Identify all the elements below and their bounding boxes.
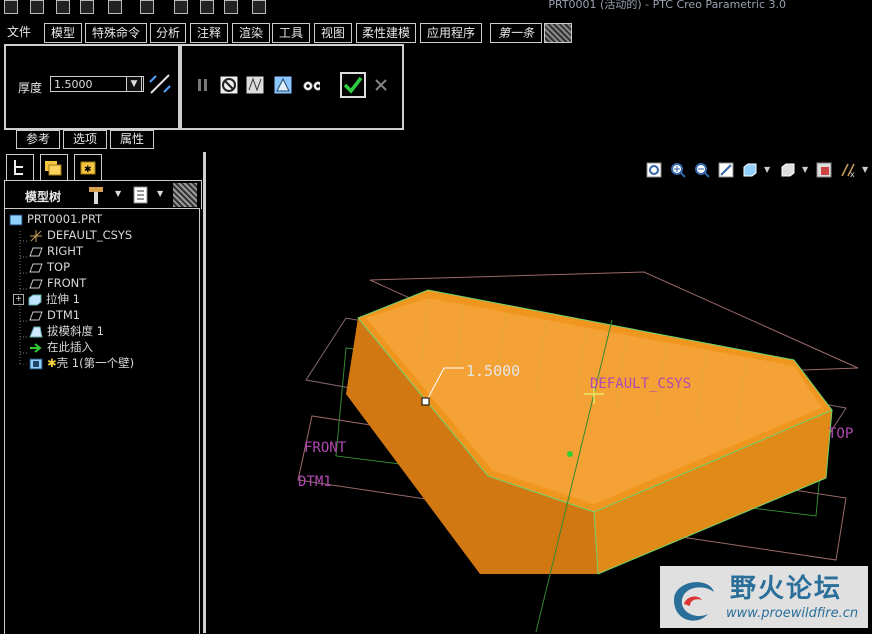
show-columns-dropdown-icon[interactable]: ▼ — [157, 189, 163, 198]
watermark-title: 野火论坛 — [730, 574, 843, 604]
new-feature-star-icon: ✱ — [47, 356, 57, 370]
menu-analysis[interactable]: 分析 — [150, 23, 186, 43]
no-preview-icon[interactable] — [220, 76, 238, 94]
open-file-icon[interactable] — [30, 0, 44, 14]
insert-arrow-icon — [30, 342, 42, 353]
refit-icon[interactable] — [646, 162, 662, 178]
menu-special-commands[interactable]: 特殊命令 — [85, 23, 147, 43]
forum-logo-icon — [674, 582, 714, 621]
tree-connector-lines — [19, 231, 29, 365]
csys-label: DEFAULT_CSYS — [590, 376, 691, 392]
watermark: 野火论坛 www.proewildfire.cn — [660, 566, 868, 628]
datum-display-icon[interactable]: x — [840, 162, 856, 178]
tree-item-shell[interactable]: ✱壳 1(第一个壁) — [29, 355, 134, 371]
flip-direction-icon[interactable] — [148, 72, 172, 96]
tab-model-tree[interactable] — [6, 154, 34, 181]
tab-references[interactable]: 参考 — [16, 130, 60, 149]
watermark-url: www.proewildfire.cn — [726, 606, 859, 621]
tree-item-part[interactable]: PRT0001.PRT — [9, 211, 102, 227]
menu-model[interactable]: 模型 — [44, 23, 82, 43]
favorites-icon: ✱ — [80, 161, 96, 175]
tab-folder-browser[interactable] — [40, 154, 68, 181]
datum-display-dropdown-icon[interactable]: ▼ — [862, 165, 868, 174]
shell-icon — [29, 358, 43, 369]
thickness-panel: 厚度 1.5000 ▼ — [4, 44, 180, 130]
ok-checkmark-icon[interactable] — [340, 72, 366, 98]
tree-item-right[interactable]: RIGHT — [29, 243, 83, 259]
zoom-in-icon[interactable] — [670, 162, 686, 178]
tree-item-dtm1[interactable]: DTM1 — [29, 307, 80, 323]
close-window-icon[interactable] — [224, 0, 238, 14]
new-file-icon[interactable] — [4, 0, 18, 14]
part-icon — [9, 214, 23, 225]
saved-orientations-dropdown-icon[interactable]: ▼ — [802, 165, 808, 174]
regenerate-icon[interactable] — [174, 0, 188, 14]
cancel-x-icon[interactable] — [374, 78, 392, 96]
zoom-out-icon[interactable] — [694, 162, 710, 178]
tree-item-front[interactable]: FRONT — [29, 275, 86, 291]
thickness-label: 厚度 — [18, 81, 43, 95]
thickness-drag-handle[interactable] — [421, 397, 430, 406]
tree-settings-dropdown-icon[interactable]: ▼ — [115, 189, 121, 198]
menu-bar: 文件 模型 特殊命令 分析 注释 渲染 工具 视图 柔性建模 应用程序 第一条 — [0, 23, 872, 45]
feature-tools-panel — [180, 44, 404, 130]
menu-annotate[interactable]: 注释 — [190, 23, 228, 43]
tree-item-draft[interactable]: 拔模斜度 1 — [29, 323, 104, 339]
csys-icon — [30, 229, 42, 242]
menu-tools[interactable]: 工具 — [272, 23, 310, 43]
redo-icon[interactable] — [140, 0, 154, 14]
top-plane-label: TOP — [828, 426, 853, 442]
navigator-tabs: ✱ — [4, 152, 204, 181]
save-icon[interactable] — [56, 0, 70, 14]
draft-icon — [29, 326, 43, 337]
view-manager-icon[interactable] — [816, 162, 832, 178]
datum-plane-icon — [29, 311, 43, 320]
svg-text:x: x — [850, 170, 855, 178]
tab-options[interactable]: 选项 — [63, 130, 107, 149]
tree-filter-button[interactable] — [173, 183, 197, 207]
svg-text:✱: ✱ — [84, 165, 92, 175]
thickness-dimension[interactable]: 1.5000 — [466, 362, 520, 380]
ribbon-toggle-button[interactable] — [544, 23, 572, 43]
display-style-icon[interactable] — [742, 162, 758, 178]
show-columns-icon[interactable] — [131, 185, 151, 205]
tree-item-top[interactable]: TOP — [29, 259, 70, 275]
menu-render[interactable]: 渲染 — [232, 23, 270, 43]
menu-file[interactable]: 文件 — [4, 23, 34, 41]
menu-first[interactable]: 第一条 — [490, 23, 542, 43]
glasses-preview-icon[interactable] — [302, 76, 320, 94]
tree-item-csys[interactable]: DEFAULT_CSYS — [29, 227, 132, 243]
window-icon[interactable] — [200, 0, 214, 14]
dtm1-plane-label: DTM1 — [298, 474, 332, 490]
model-tree-icon — [14, 160, 23, 175]
customize-dropdown-icon[interactable] — [252, 0, 266, 14]
verify-mode-icon[interactable] — [274, 76, 292, 94]
tab-properties[interactable]: 属性 — [110, 130, 154, 149]
spin-center-icon — [567, 451, 573, 457]
tab-favorites[interactable]: ✱ — [74, 154, 102, 181]
folder-icon — [45, 161, 62, 176]
saved-orientations-icon[interactable] — [780, 162, 796, 178]
front-plane-label: FRONT — [304, 440, 347, 456]
datum-plane-icon — [29, 263, 43, 272]
display-style-dropdown-icon[interactable]: ▼ — [764, 165, 770, 174]
menu-flexible-modeling[interactable]: 柔性建模 — [356, 23, 416, 43]
model-tree-header: 模型树 ▼ ▼ — [4, 180, 202, 209]
window-title: PRT0001 (活动的) - PTC Creo Parametric 3.0 — [548, 0, 786, 11]
menu-view[interactable]: 视图 — [314, 23, 352, 43]
datum-plane-icon — [29, 247, 43, 256]
print-icon[interactable] — [80, 0, 94, 14]
tree-item-insert-here[interactable]: 在此插入 — [29, 339, 93, 355]
menu-applications[interactable]: 应用程序 — [420, 23, 482, 43]
undo-icon[interactable] — [108, 0, 122, 14]
pause-icon[interactable] — [194, 76, 212, 94]
repaint-icon[interactable] — [718, 162, 734, 178]
preview-icon[interactable] — [246, 76, 264, 94]
model-tree: PRT0001.PRT DEFAULT_CSYS RIGHT TOP FRONT… — [4, 208, 200, 634]
datum-plane-icon — [29, 279, 43, 288]
thickness-dropdown-icon[interactable]: ▼ — [126, 76, 142, 92]
model-tree-title: 模型树 — [25, 190, 62, 204]
tree-settings-icon[interactable] — [87, 185, 107, 205]
